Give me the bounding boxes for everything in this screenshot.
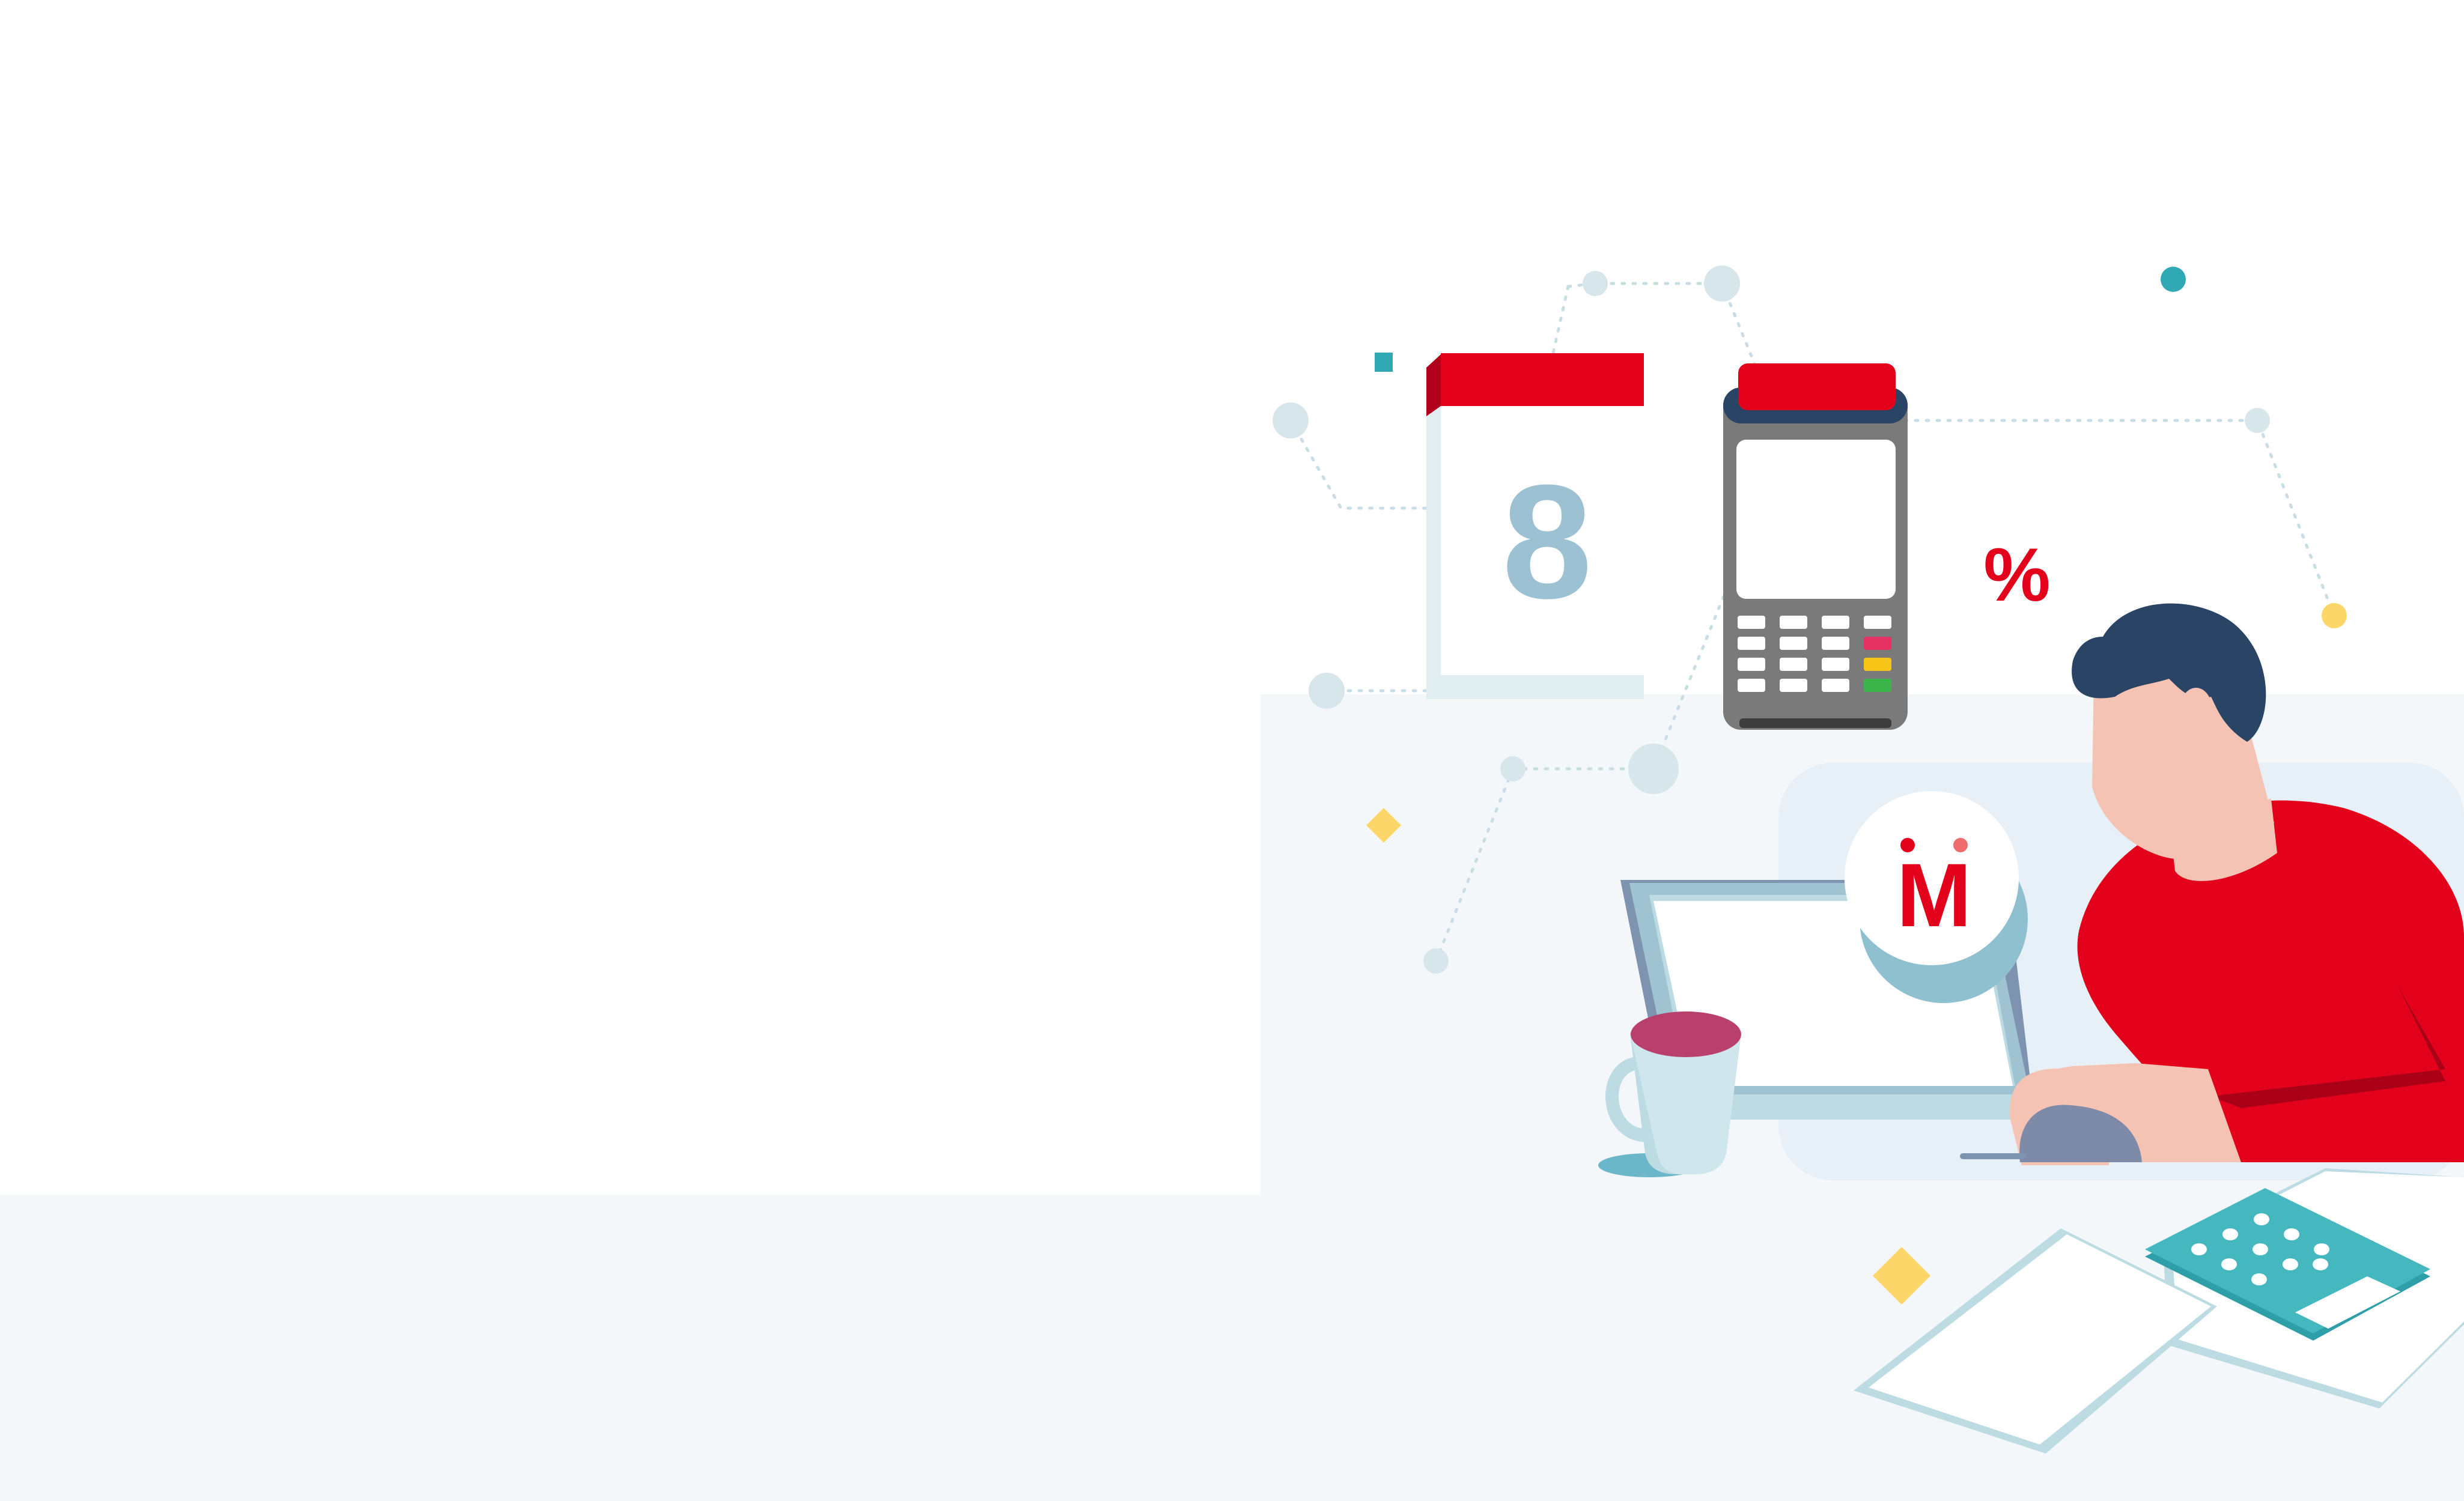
yellow-diamond-large [1873,1247,1930,1305]
coffee-mug-icon [1598,1011,1741,1177]
teal-dot [2161,267,2186,292]
brand-logo-letter: M [1897,845,1972,945]
illustration-scene: M 8 % [1273,265,2464,1454]
yellow-dot [2322,603,2347,628]
papers [1854,1168,2464,1454]
payment-terminal-icon [1723,363,1908,730]
yellow-diamond-small [1366,808,1401,843]
calendar-day-number: 8 [1502,452,1592,632]
teal-square [1375,353,1393,372]
mouse-cable [1960,1153,2026,1159]
ear [2179,688,2213,736]
percent-symbol: % [1983,533,2050,617]
